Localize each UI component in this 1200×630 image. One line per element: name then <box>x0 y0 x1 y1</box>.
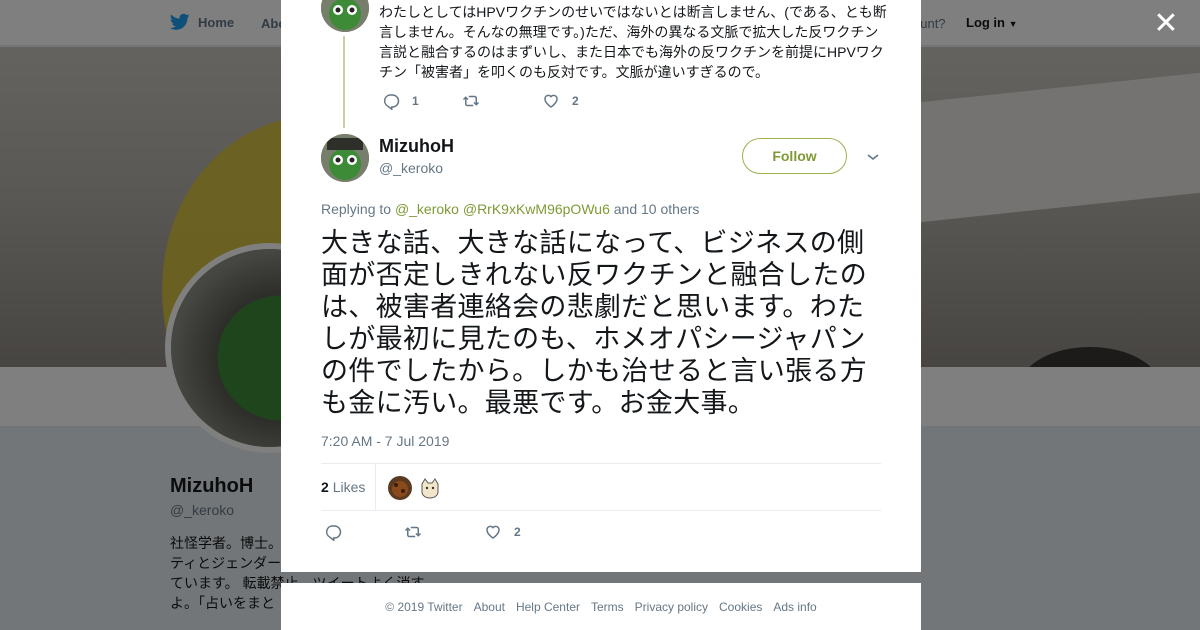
replying-others[interactable]: and 10 others <box>614 201 700 217</box>
replying-user-link[interactable]: @_keroko <box>395 201 459 217</box>
tweet-modal: わたしとしてはHPVワクチンのせいではないとは断言しません、(である、とも断言し… <box>281 0 921 572</box>
heart-icon <box>544 94 558 108</box>
footer-link-privacy[interactable]: Privacy policy <box>635 600 708 614</box>
chevron-down-icon[interactable] <box>865 149 881 165</box>
retweet-icon <box>404 526 422 538</box>
like-button[interactable]: 2 <box>484 523 521 541</box>
reply-button[interactable]: 1 <box>382 92 462 110</box>
footer-link-about[interactable]: About <box>474 600 505 614</box>
replying-prefix: Replying to <box>321 201 392 217</box>
thread-line <box>343 36 345 128</box>
footer: © 2019 Twitter About Help Center Terms P… <box>281 583 921 630</box>
replying-to: Replying to @_keroko @RrK9xKwM96pOWu6 an… <box>321 201 699 217</box>
close-icon[interactable]: ✕ <box>1152 9 1180 39</box>
footer-link-help-center[interactable]: Help Center <box>516 600 580 614</box>
tweet-actions: 2 <box>324 523 521 541</box>
tweet-timestamp[interactable]: 7:20 AM - 7 Jul 2019 <box>321 433 449 449</box>
like-count: 2 <box>514 525 521 539</box>
stats-divider <box>375 464 376 511</box>
footer-link-cookies[interactable]: Cookies <box>719 600 762 614</box>
reply-count: 1 <box>412 94 419 108</box>
retweet-icon <box>462 95 480 107</box>
likes-number: 2 <box>321 479 329 495</box>
liker-avatar[interactable] <box>418 476 442 500</box>
footer-copyright: © 2019 Twitter <box>385 599 463 614</box>
previous-tweet-text: わたしとしてはHPVワクチンのせいではないとは断言しません、(である、とも断言し… <box>379 4 887 80</box>
reply-icon <box>325 525 342 541</box>
follow-button[interactable]: Follow <box>742 138 847 174</box>
author-handle[interactable]: @_keroko <box>379 160 443 176</box>
tweet-stats: 2 Likes <box>321 463 881 511</box>
likes-stat[interactable]: 2 Likes <box>321 479 365 495</box>
likes-label: Likes <box>332 479 366 495</box>
heart-icon <box>486 525 500 539</box>
tweet-text: 大きな話、大きな話になって、ビジネスの側面が否定しきれない反ワクチンと融合したの… <box>321 228 867 418</box>
author-name[interactable]: MizuhoH <box>379 136 454 157</box>
replying-user-link[interactable]: @RrK9xKwM96pOWu6 <box>463 201 610 217</box>
retweet-button[interactable] <box>462 92 542 110</box>
previous-tweet-actions: 1 2 <box>382 92 579 110</box>
liker-avatar[interactable] <box>388 476 412 500</box>
avatar[interactable] <box>321 0 369 32</box>
like-button[interactable]: 2 <box>542 92 579 110</box>
retweet-button[interactable] <box>404 523 484 541</box>
reply-icon <box>383 94 400 110</box>
like-count: 2 <box>572 94 579 108</box>
avatar[interactable] <box>321 134 369 182</box>
reply-button[interactable] <box>324 523 404 541</box>
footer-link-ads-info[interactable]: Ads info <box>773 600 816 614</box>
footer-link-terms[interactable]: Terms <box>591 600 624 614</box>
